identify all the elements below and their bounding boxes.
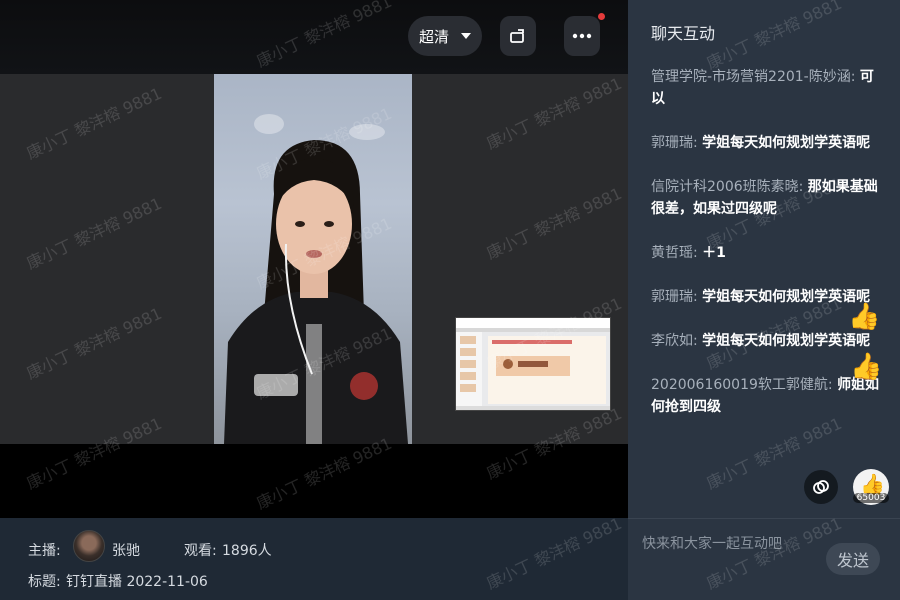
chat-sender: 郭珊瑞: (651, 135, 703, 151)
like-count: 65003 (853, 493, 889, 503)
chat-message: 郭珊瑞: 学姐每天如何规划学英语呢 (651, 132, 883, 154)
chat-input[interactable] (642, 533, 812, 555)
avatar[interactable] (73, 530, 105, 562)
send-button[interactable]: 发送 (826, 543, 880, 575)
link-icon (813, 480, 829, 494)
chat-sender: 黄哲瑶: (651, 245, 703, 261)
video-player[interactable]: 超清 (0, 0, 628, 518)
chat-title: 聊天互动 (651, 24, 716, 43)
chat-text: ＋1 (702, 245, 726, 261)
notification-dot (598, 13, 605, 20)
floating-like-icon: 👍 (848, 302, 881, 332)
chat-message: 李欣如: 学姐每天如何规划学英语呢 (651, 330, 883, 352)
more-dots-icon (572, 33, 592, 39)
presenter-image (224, 140, 408, 444)
chat-sender: 信院计科2006班陈素晓: (651, 179, 808, 195)
share-link-button[interactable] (804, 470, 838, 504)
rotate-screen-icon (510, 29, 524, 43)
chat-message: 管理学院-市场营销2201-陈妙涵: 可以 (651, 66, 883, 110)
screen-share-thumbnail[interactable] (455, 317, 611, 411)
chat-sender: 管理学院-市场营销2201-陈妙涵: (651, 69, 860, 85)
chat-sender: 202006160019软工郭健航: (651, 377, 838, 393)
host-label: 主播: (28, 543, 61, 559)
video-letterbox (0, 444, 628, 518)
rotate-screen-button[interactable] (500, 16, 536, 56)
chat-sender: 郭珊瑞: (651, 289, 703, 305)
stream-title: 钉钉直播 2022-11-06 (66, 574, 208, 590)
quality-label: 超清 (418, 27, 449, 46)
title-label: 标题: (28, 574, 61, 590)
host-name: 张驰 (112, 543, 140, 559)
chat-input-area: 发送 (628, 518, 900, 600)
chat-text: 学姐每天如何规划学英语呢 (702, 289, 871, 305)
quality-selector-button[interactable]: 超清 (408, 16, 482, 56)
chat-message: 202006160019软工郭健航: 师姐如何抢到四级 (651, 374, 883, 418)
chat-message-list[interactable]: 管理学院-市场营销2201-陈妙涵: 可以 郭珊瑞: 学姐每天如何规划学英语呢 … (651, 66, 883, 440)
slide-preview-image (456, 318, 610, 410)
chat-text: 学姐每天如何规划学英语呢 (702, 135, 871, 151)
camera-feed (214, 74, 412, 444)
chat-sender: 李欣如: (651, 333, 703, 349)
chevron-down-icon (461, 33, 471, 39)
more-options-button[interactable] (564, 16, 600, 56)
chat-message: 信院计科2006班陈素晓: 那如果基础很差，如果过四级呢 (651, 176, 883, 220)
floating-like-icon: 👍 (850, 352, 883, 382)
viewers-label: 观看: (184, 543, 217, 559)
chat-message: 黄哲瑶: ＋1 (651, 242, 883, 264)
chat-text: 学姐每天如何规划学英语呢 (702, 333, 871, 349)
viewers-count: 1896人 (222, 543, 272, 559)
chat-panel: 聊天互动 管理学院-市场营销2201-陈妙涵: 可以 郭珊瑞: 学姐每天如何规划… (628, 0, 900, 600)
